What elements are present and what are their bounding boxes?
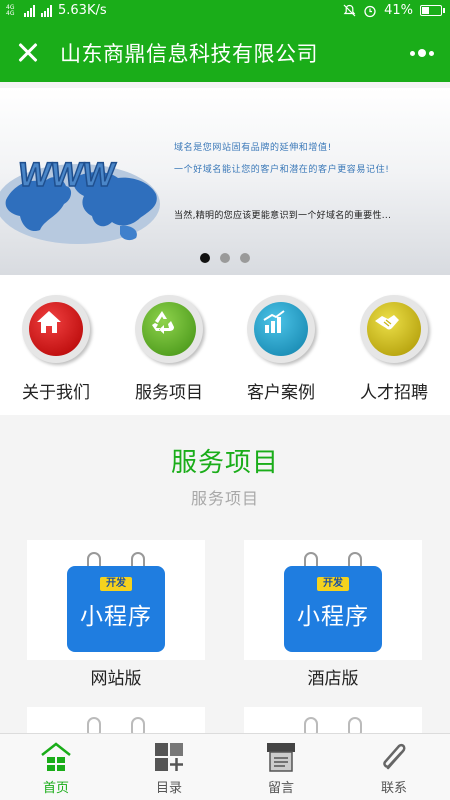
service-card-label[interactable]: 酒店版 bbox=[244, 664, 422, 689]
network-label: 4G 4G bbox=[6, 3, 15, 17]
paperclip-icon bbox=[383, 743, 406, 770]
signal-icon-2 bbox=[41, 4, 52, 17]
quick-nav-about[interactable]: 关于我们 bbox=[0, 275, 112, 415]
service-card-label[interactable]: 网站版 bbox=[27, 664, 205, 689]
quick-nav-cases[interactable]: 客户案例 bbox=[225, 275, 337, 415]
carousel-dot-3[interactable] bbox=[240, 253, 250, 263]
tab-message[interactable]: 留言 bbox=[225, 734, 337, 800]
section-subtitle: 服务项目 bbox=[190, 489, 259, 508]
mini-text: 小程序 bbox=[80, 604, 152, 630]
home-grid-icon bbox=[41, 742, 71, 771]
catalog-icon bbox=[155, 743, 183, 771]
network-speed: 5.63K/s bbox=[58, 3, 107, 18]
title-bar: 山东商鼎信息科技有限公司 bbox=[0, 24, 450, 82]
section-title: 服务项目 bbox=[170, 448, 279, 478]
quick-nav-label: 关于我们 bbox=[22, 383, 90, 403]
status-right: 41% bbox=[343, 3, 445, 18]
banner-carousel[interactable]: WWW 域名是您网站固有品牌的延伸和增值! 一个好域名能让您的客户和潜在的客户更… bbox=[0, 88, 450, 275]
close-icon[interactable] bbox=[14, 37, 46, 69]
mini-program-icon: 开发 小程序 bbox=[67, 552, 165, 652]
mini-tag: 开发 bbox=[100, 577, 132, 591]
status-left: 4G 4G 5.63K/s bbox=[6, 3, 107, 18]
world-map-www-illustration: WWW bbox=[0, 155, 160, 244]
battery-icon bbox=[420, 5, 445, 16]
banner-line-1: 域名是您网站固有品牌的延伸和增值! bbox=[174, 143, 332, 153]
quick-nav-services[interactable]: 服务项目 bbox=[113, 275, 225, 415]
carousel-dot-2[interactable] bbox=[220, 253, 230, 263]
quick-nav-label: 客户案例 bbox=[247, 383, 315, 403]
alarm-icon bbox=[364, 5, 376, 17]
more-icon[interactable] bbox=[410, 47, 434, 59]
message-box-icon bbox=[267, 743, 295, 772]
chart-icon bbox=[247, 295, 315, 363]
handshake-icon bbox=[360, 295, 428, 363]
carousel-dot-1[interactable] bbox=[200, 253, 210, 263]
quick-nav-recruit[interactable]: 人才招聘 bbox=[338, 275, 450, 415]
tab-label: 联系 bbox=[380, 781, 407, 796]
signal-icon bbox=[24, 4, 35, 17]
quick-nav-label: 服务项目 bbox=[135, 383, 203, 403]
www-text: WWW bbox=[16, 156, 118, 194]
banner-line-2: 一个好域名能让您的客户和潜在的客户更容易记住! bbox=[174, 165, 390, 175]
carousel-indicator bbox=[200, 253, 250, 263]
tab-label: 留言 bbox=[267, 781, 294, 796]
tab-home[interactable]: 首页 bbox=[0, 734, 112, 800]
tab-label: 目录 bbox=[155, 781, 182, 796]
mute-icon bbox=[343, 4, 356, 17]
service-card-hotel[interactable]: 开发 小程序 bbox=[244, 540, 422, 660]
home-icon bbox=[22, 295, 90, 363]
quick-nav-label: 人才招聘 bbox=[360, 383, 428, 403]
tab-catalog[interactable]: 目录 bbox=[113, 734, 225, 800]
recycle-icon bbox=[135, 295, 203, 363]
service-card-website[interactable]: 开发 小程序 bbox=[27, 540, 205, 660]
mini-text: 小程序 bbox=[297, 604, 369, 630]
mini-program-icon: 开发 小程序 bbox=[284, 552, 382, 652]
status-bar: 4G 4G 5.63K/s 41% bbox=[0, 0, 450, 24]
page-title: 山东商鼎信息科技有限公司 bbox=[60, 42, 318, 66]
tab-contact[interactable]: 联系 bbox=[338, 734, 450, 800]
quick-nav: 关于我们 服务项目 客户案例 人才招聘 bbox=[0, 275, 450, 415]
tab-bar: 首页 目录 留言 联系 bbox=[0, 733, 450, 800]
mini-tag: 开发 bbox=[317, 577, 349, 591]
battery-percent: 41% bbox=[384, 3, 413, 18]
tab-label: 首页 bbox=[42, 781, 69, 796]
banner-line-3: 当然,精明的您应该更能意识到一个好域名的重要性... bbox=[174, 211, 392, 221]
